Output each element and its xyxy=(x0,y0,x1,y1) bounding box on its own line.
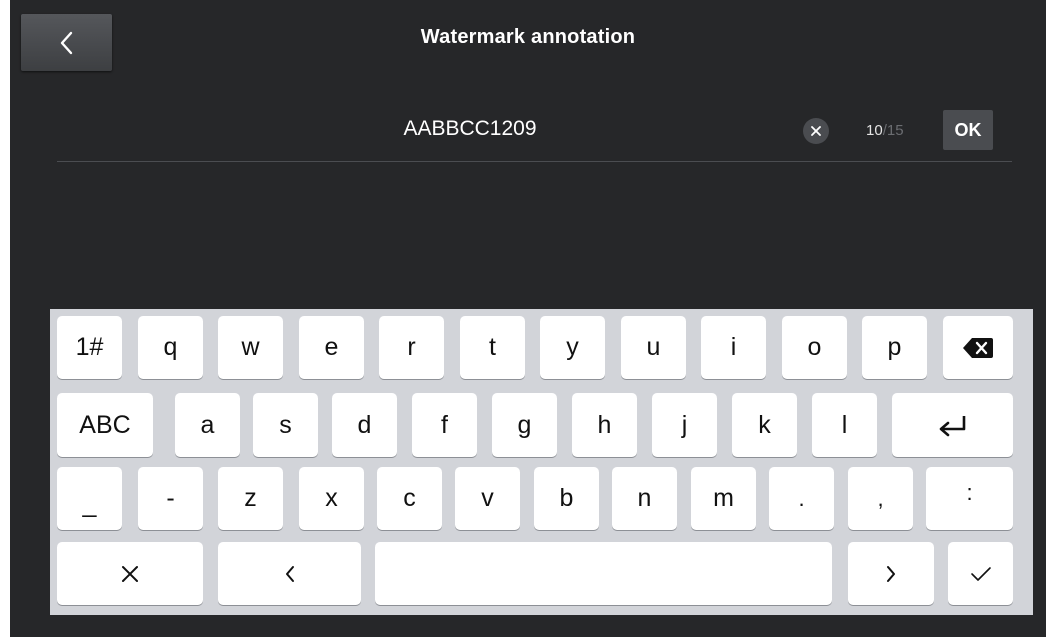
key-label: f xyxy=(441,410,448,439)
key-label: u xyxy=(646,333,661,361)
key-label: x xyxy=(325,484,338,512)
key-label: c xyxy=(403,484,416,512)
key-t[interactable]: t xyxy=(460,316,525,379)
key-w[interactable]: w xyxy=(218,316,283,379)
key-m[interactable]: m xyxy=(691,467,756,530)
key-label: : xyxy=(966,479,973,505)
key-label: b xyxy=(559,484,574,512)
key-label: h xyxy=(597,410,612,439)
key-label: y xyxy=(566,333,579,361)
key-i[interactable]: i xyxy=(701,316,766,379)
counter-max: /15 xyxy=(882,122,904,139)
key-label: a xyxy=(200,410,215,439)
key-label: s xyxy=(279,410,292,439)
key-label: . xyxy=(798,485,805,511)
key-label: o xyxy=(807,333,822,361)
enter-icon xyxy=(939,416,965,437)
key-label: m xyxy=(713,484,734,512)
key-label: j xyxy=(681,410,688,439)
key-l[interactable]: l xyxy=(812,393,877,457)
key-d[interactable]: d xyxy=(332,393,397,457)
key-label: l xyxy=(841,410,848,439)
key-g[interactable]: g xyxy=(492,393,557,457)
key-colon[interactable]: : xyxy=(926,467,1013,530)
key-n[interactable]: n xyxy=(612,467,677,530)
key-y[interactable]: y xyxy=(540,316,605,379)
key-symbols-toggle[interactable]: 1# xyxy=(57,316,122,379)
key-label: z xyxy=(244,484,257,512)
backspace-icon xyxy=(963,337,993,358)
key-cursor-left[interactable] xyxy=(218,542,361,605)
key-backspace[interactable] xyxy=(943,316,1013,379)
key-hyphen[interactable]: - xyxy=(138,467,203,530)
key-a[interactable]: a xyxy=(175,393,240,457)
key-confirm[interactable] xyxy=(948,542,1013,605)
input-underline xyxy=(57,161,1012,162)
key-label: p xyxy=(887,333,902,361)
key-label: r xyxy=(407,333,416,361)
key-z[interactable]: z xyxy=(218,467,283,530)
ok-button[interactable]: OK xyxy=(943,110,993,150)
key-label: e xyxy=(324,333,339,361)
key-cursor-right[interactable] xyxy=(848,542,934,605)
key-label: k xyxy=(758,410,771,439)
key-space[interactable] xyxy=(375,542,832,605)
key-label: t xyxy=(489,333,496,361)
chevron-left-icon xyxy=(285,565,294,582)
key-label: 1# xyxy=(75,333,104,361)
key-underscore[interactable]: _ xyxy=(57,467,122,530)
clear-icon xyxy=(811,126,821,136)
key-label: i xyxy=(730,333,737,361)
key-s[interactable]: s xyxy=(253,393,318,457)
key-f[interactable]: f xyxy=(412,393,477,457)
key-k[interactable]: k xyxy=(732,393,797,457)
counter-current: 10 xyxy=(866,122,883,139)
key-enter[interactable] xyxy=(892,393,1013,457)
page-title: Watermark annotation xyxy=(420,26,636,48)
on-screen-keyboard: 1# q w e r t y u i o p ABC a s d f g h j… xyxy=(50,309,1033,615)
key-label: n xyxy=(637,484,652,512)
chevron-right-icon xyxy=(887,565,895,582)
key-label: q xyxy=(163,333,178,361)
key-r[interactable]: r xyxy=(379,316,444,379)
character-counter: 10/15 xyxy=(866,122,904,139)
key-j[interactable]: j xyxy=(652,393,717,457)
watermark-text-input[interactable]: AABBCC1209 xyxy=(310,117,630,141)
key-label: v xyxy=(481,484,494,512)
close-icon xyxy=(122,565,138,582)
key-h[interactable]: h xyxy=(572,393,637,457)
key-c[interactable]: c xyxy=(377,467,442,530)
key-comma[interactable]: , xyxy=(848,467,913,530)
key-u[interactable]: u xyxy=(621,316,686,379)
key-b[interactable]: b xyxy=(534,467,599,530)
key-p[interactable]: p xyxy=(862,316,927,379)
key-label: w xyxy=(241,333,260,361)
key-q[interactable]: q xyxy=(138,316,203,379)
key-e[interactable]: e xyxy=(299,316,364,379)
screen: Watermark annotation AABBCC1209 10/15 OK… xyxy=(10,0,1046,637)
key-label: g xyxy=(517,410,532,439)
key-label: , xyxy=(877,485,884,511)
clear-input-button[interactable] xyxy=(803,118,829,144)
key-close-keyboard[interactable] xyxy=(57,542,203,605)
key-v[interactable]: v xyxy=(455,467,520,530)
key-label: ABC xyxy=(79,410,131,439)
key-label: - xyxy=(166,484,175,512)
key-o[interactable]: o xyxy=(782,316,847,379)
key-label: _ xyxy=(82,490,97,518)
key-period[interactable]: . xyxy=(769,467,834,530)
checkmark-icon xyxy=(970,566,991,581)
key-label: d xyxy=(357,410,372,439)
key-abc-toggle[interactable]: ABC xyxy=(57,393,153,457)
key-x[interactable]: x xyxy=(299,467,364,530)
